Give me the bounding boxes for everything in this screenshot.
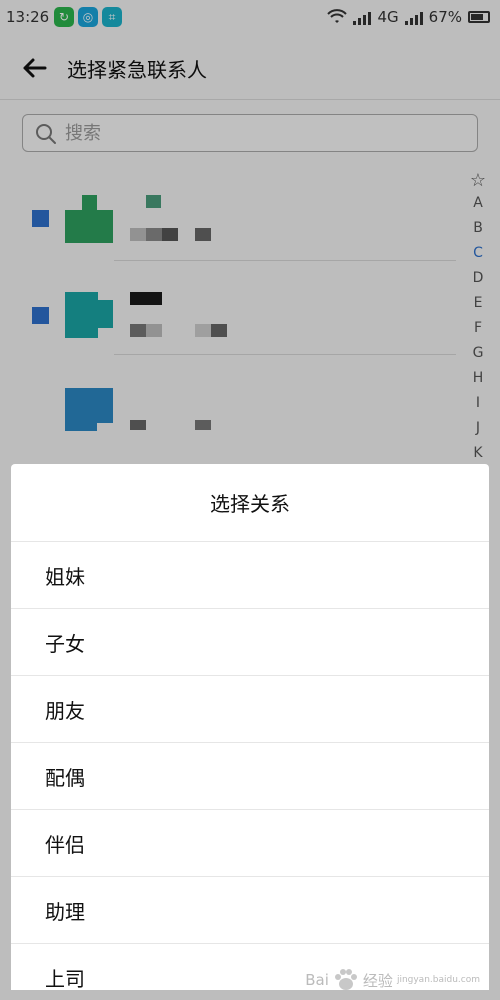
- relationship-bottom-sheet: 选择关系 姐妹 子女 朋友 配偶 伴侣 助理 上司: [11, 464, 489, 990]
- option-sisters[interactable]: 姐妹: [11, 542, 489, 609]
- option-spouse[interactable]: 配偶: [11, 743, 489, 810]
- option-assistant[interactable]: 助理: [11, 877, 489, 944]
- sheet-title: 选择关系: [11, 464, 489, 542]
- watermark-suffix: 经验: [362, 971, 393, 990]
- option-friend[interactable]: 朋友: [11, 676, 489, 743]
- watermark-url: jingyan.baidu.com: [396, 975, 480, 985]
- option-partner[interactable]: 伴侣: [11, 810, 489, 877]
- watermark-text: Bai: [305, 971, 329, 989]
- baidu-watermark: Bai 经验 jingyan.baidu.com: [305, 968, 480, 992]
- paw-icon: [334, 969, 357, 990]
- option-children[interactable]: 子女: [11, 609, 489, 676]
